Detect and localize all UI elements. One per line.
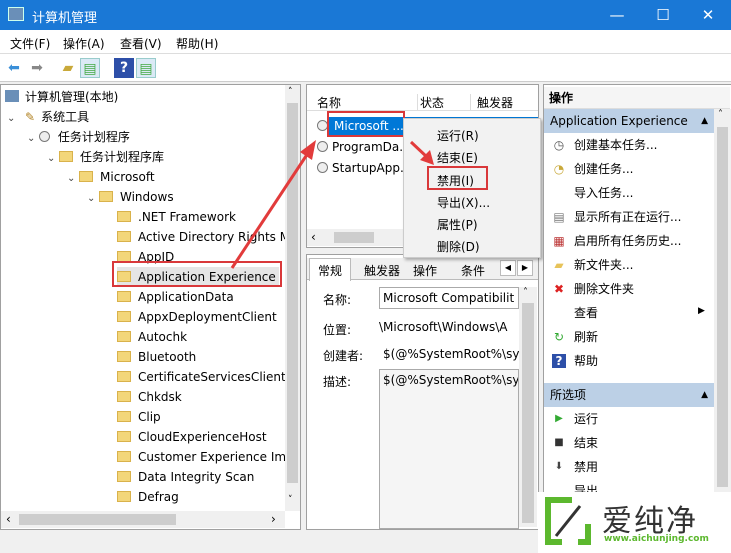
actions-pane: 操作 Application Experience ▲ ◷ 创建基本任务... ◔ 创建… [543, 84, 731, 530]
action-item[interactable]: 启用所有任务历史... [574, 229, 681, 253]
help-icon: ? [552, 354, 566, 368]
arrow-tree-to-task [230, 149, 312, 269]
scroll-thumb[interactable] [717, 127, 728, 487]
section-title: Application Experience [550, 114, 688, 128]
history-icon: ▦ [553, 234, 565, 248]
end-icon: ■ [554, 437, 564, 448]
action-item[interactable]: 删除文件夹 [574, 277, 634, 301]
clock-calendar-icon: ◷ [553, 138, 565, 152]
action-item[interactable]: 运行 [574, 407, 598, 431]
running-tasks-icon: ▤ [553, 210, 565, 224]
action-item[interactable]: 结束 [574, 431, 598, 455]
watermark-logo [545, 497, 591, 545]
actions-header: 操作 [544, 87, 730, 109]
watermark: 爱纯净 www.aichunjing.com [538, 492, 731, 553]
section-selected-item[interactable]: 所选项 ▲ [544, 383, 714, 407]
action-item[interactable]: 禁用 [574, 455, 598, 479]
refresh-icon: ↻ [553, 330, 565, 344]
collapse-icon[interactable]: ▲ [701, 109, 708, 133]
action-item[interactable]: 查看 [574, 301, 598, 325]
create-task-icon: ◔ [553, 162, 565, 176]
new-folder-icon: ▰ [554, 258, 564, 272]
actions-scrollbar[interactable]: ˄ [714, 109, 731, 529]
action-item[interactable]: 创建基本任务... [574, 133, 657, 157]
view-icon [552, 306, 566, 320]
section-title: 所选项 [550, 388, 587, 402]
action-item[interactable]: 刷新 [574, 325, 598, 349]
scroll-up-icon[interactable]: ˄ [718, 109, 723, 120]
action-item[interactable]: 导入任务... [574, 181, 633, 205]
action-item[interactable]: 显示所有正在运行... [574, 205, 681, 229]
disable-icon: ⬇ [554, 461, 564, 472]
collapse-icon[interactable]: ▲ [701, 383, 708, 407]
import-icon [552, 186, 566, 200]
watermark-url: www.aichunjing.com [604, 534, 709, 544]
section-application-experience[interactable]: Application Experience ▲ [544, 109, 714, 133]
action-item[interactable]: 新文件夹... [574, 253, 633, 277]
run-icon: ▶ [555, 413, 563, 424]
arrow-head [300, 140, 316, 160]
action-item[interactable]: 帮助 [574, 349, 598, 373]
submenu-arrow-icon: ▶ [698, 306, 705, 316]
action-item[interactable]: 创建任务... [574, 157, 633, 181]
delete-icon: ✖ [553, 282, 565, 296]
